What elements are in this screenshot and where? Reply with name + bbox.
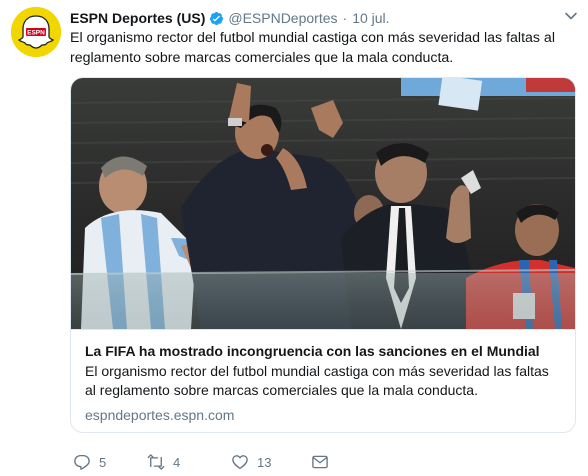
tweet-header: ESPN Deportes (US) @ESPNDeportes · 10 ju… bbox=[70, 8, 390, 28]
like-count: 13 bbox=[257, 454, 272, 470]
retweet-icon bbox=[147, 454, 165, 470]
card-description: El organismo rector del futbol mundial c… bbox=[85, 363, 549, 398]
retweet-button[interactable]: 4 bbox=[147, 453, 180, 471]
heart-icon bbox=[232, 455, 248, 470]
verified-badge-icon bbox=[210, 11, 224, 25]
card-body[interactable]: La FIFA ha mostrado incongruencia con la… bbox=[71, 329, 575, 432]
card-title[interactable]: La FIFA ha mostrado incongruencia con la… bbox=[85, 342, 561, 361]
stadium-photo-image bbox=[71, 78, 575, 329]
tweet-timestamp[interactable]: 10 jul. bbox=[352, 10, 389, 26]
reply-button[interactable]: 5 bbox=[73, 453, 106, 471]
tweet[interactable]: ESPN ESPN Deportes (US) @ESPNDeportes · … bbox=[0, 0, 588, 476]
svg-text:ESPN: ESPN bbox=[27, 30, 45, 37]
like-button[interactable]: 13 bbox=[231, 453, 271, 471]
author-handle[interactable]: @ESPNDeportes bbox=[228, 10, 337, 26]
card-image[interactable] bbox=[71, 78, 575, 329]
avatar[interactable]: ESPN bbox=[11, 7, 61, 57]
avatar-logo-icon: ESPN bbox=[11, 7, 61, 57]
card-domain: espndeportes.espn.com bbox=[85, 407, 235, 423]
tweet-text: El organismo rector del futbol mundial c… bbox=[70, 30, 555, 66]
chevron-down-icon[interactable] bbox=[564, 9, 578, 23]
retweet-count: 4 bbox=[173, 454, 181, 470]
reply-count: 5 bbox=[99, 454, 107, 470]
direct-message-button[interactable] bbox=[311, 453, 329, 471]
link-card[interactable]: La FIFA ha mostrado incongruencia con la… bbox=[70, 77, 576, 433]
envelope-icon bbox=[312, 455, 328, 469]
separator: · bbox=[342, 10, 348, 26]
author-name[interactable]: ESPN Deportes (US) bbox=[70, 10, 205, 26]
reply-icon bbox=[74, 454, 90, 470]
